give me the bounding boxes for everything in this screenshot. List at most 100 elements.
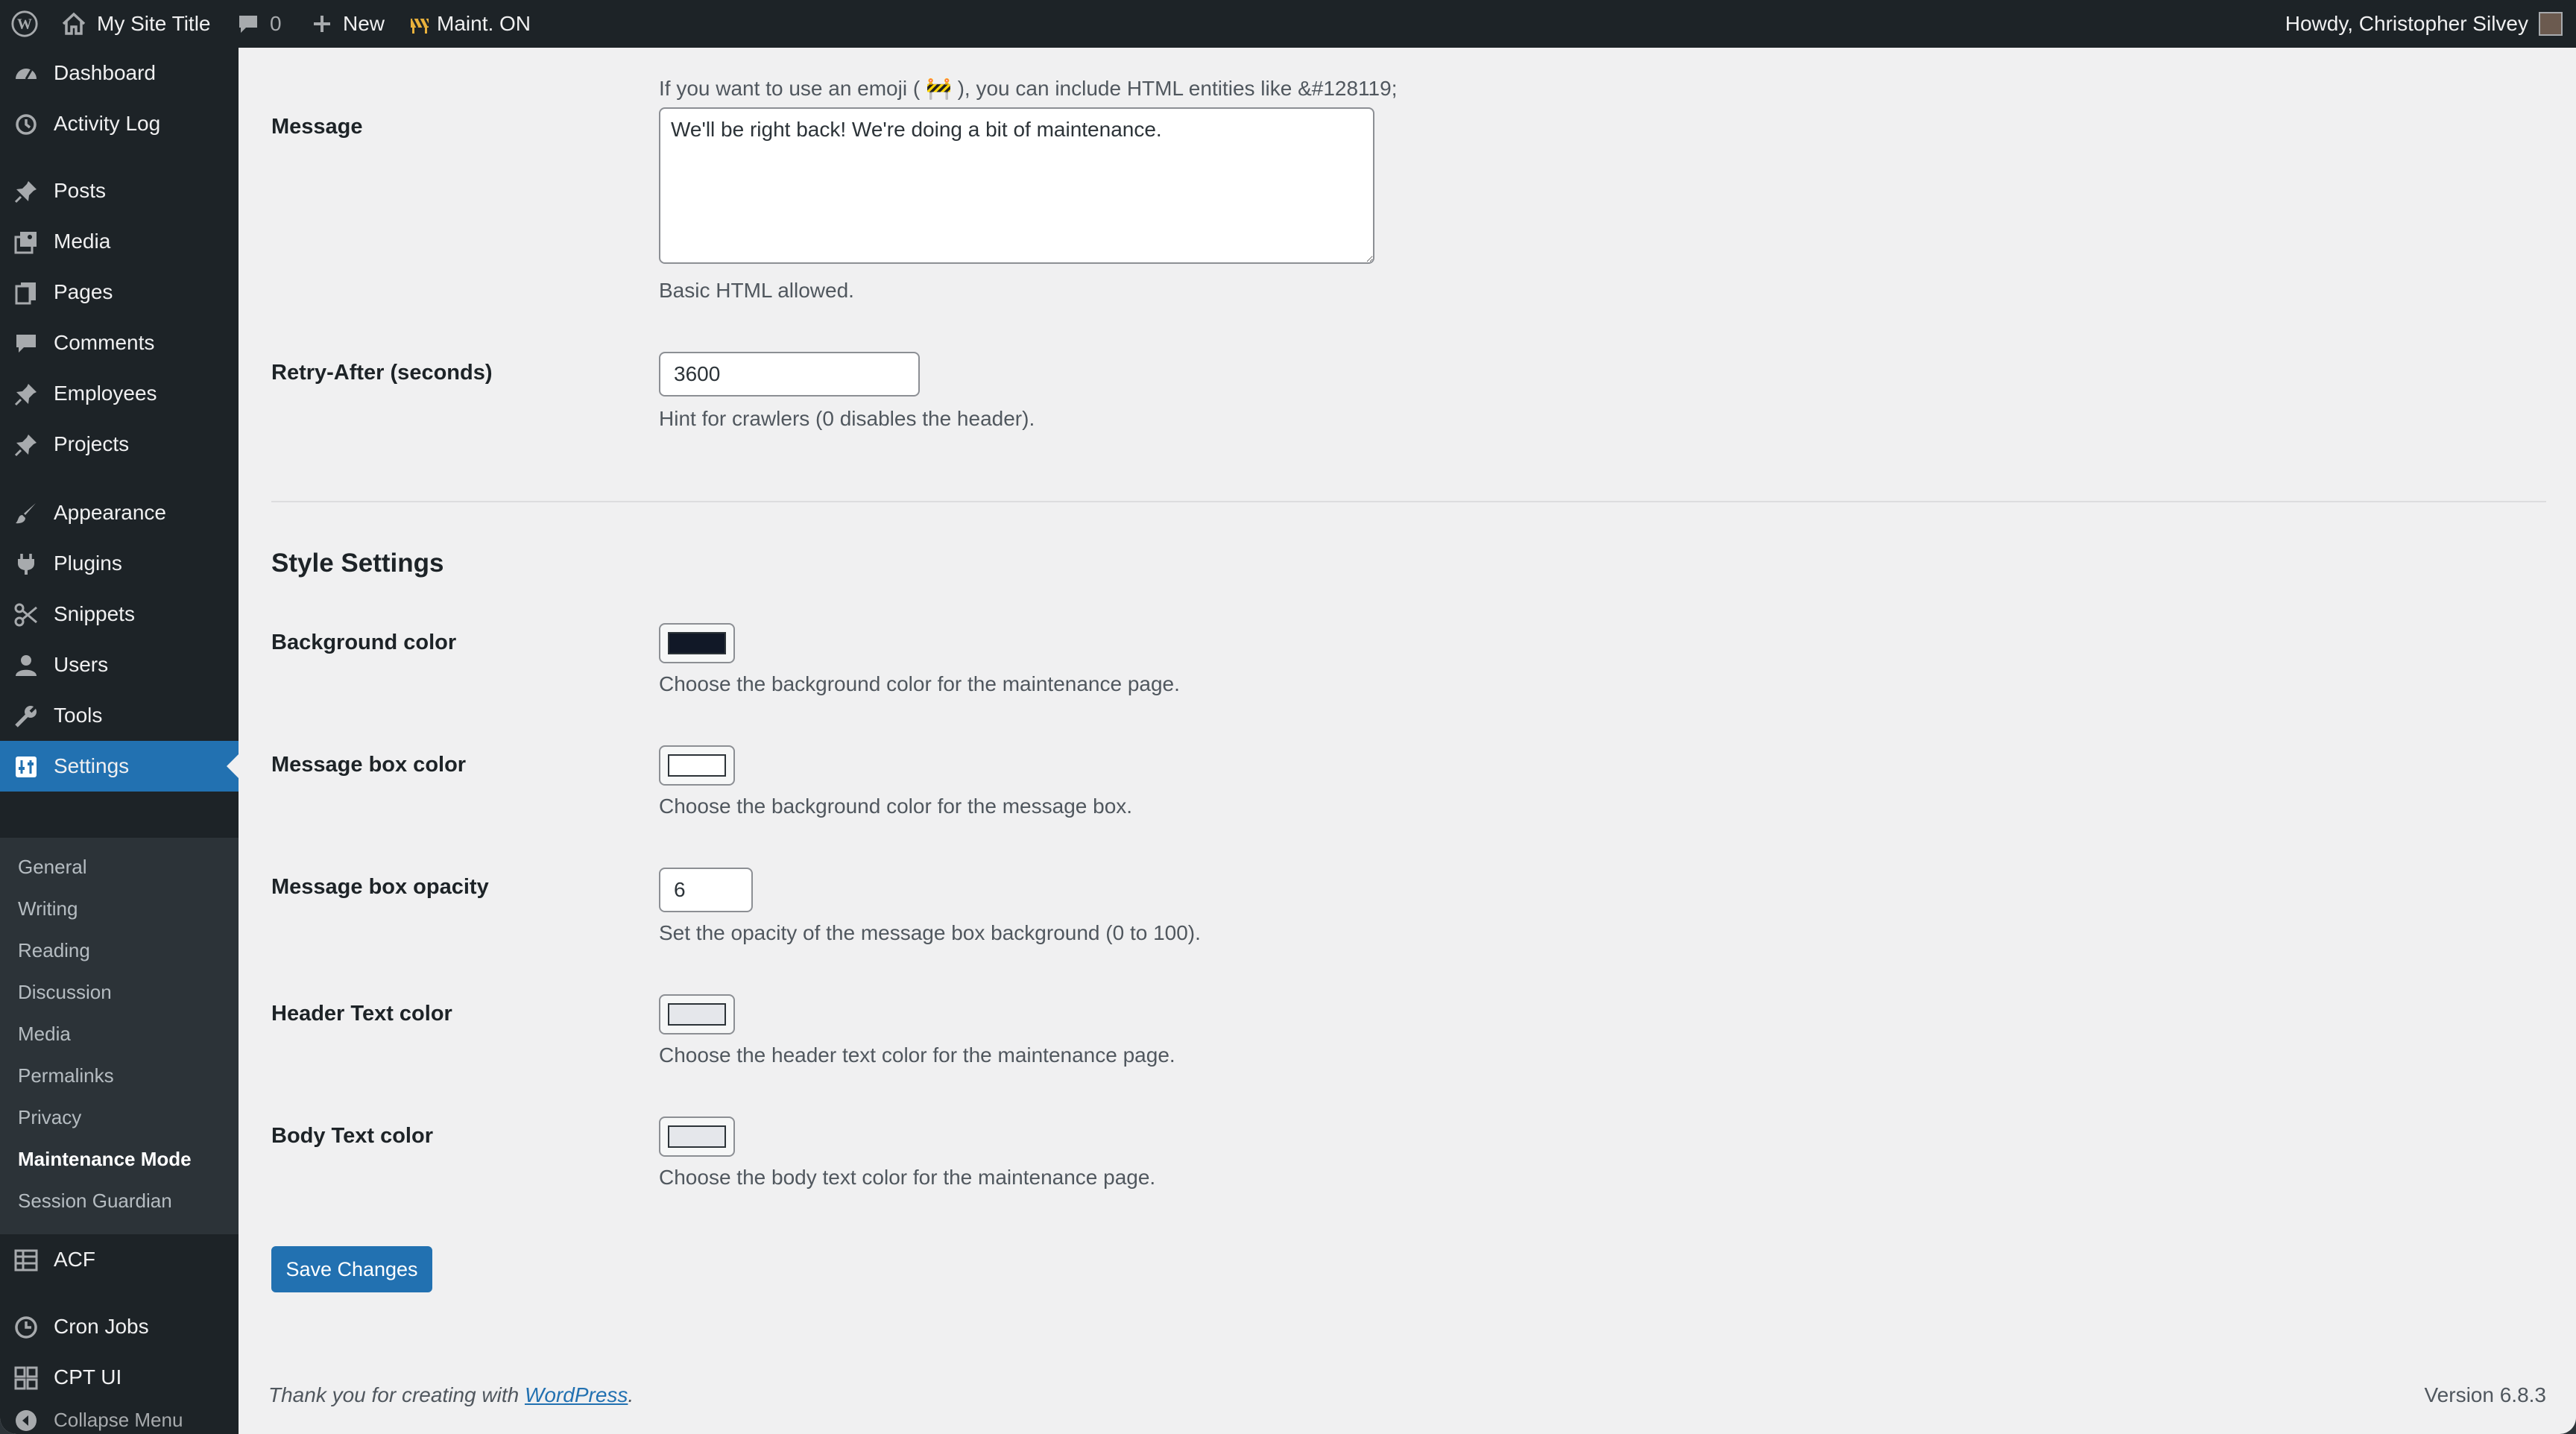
pushpin-icon	[13, 179, 39, 204]
sidebar-item-comments[interactable]: Comments	[0, 318, 239, 368]
comments-link[interactable]: 0	[237, 0, 282, 48]
header-text-color-label: Header Text color	[271, 1002, 452, 1026]
user-icon	[13, 653, 39, 678]
sidebar-item-label: Media	[54, 230, 111, 253]
site-title-link[interactable]: My Site Title	[61, 0, 210, 48]
submenu-item-writing[interactable]: Writing	[18, 897, 78, 920]
sidebar-item-label: Dashboard	[54, 61, 156, 84]
sidebar-item-label: Snippets	[54, 602, 135, 625]
new-content-link[interactable]: New	[312, 0, 385, 48]
maintenance-status-link[interactable]: Maint. ON	[408, 0, 531, 48]
my-account-link[interactable]: Howdy, Christopher Silvey	[2285, 0, 2563, 48]
sidebar-item-label: Posts	[54, 179, 107, 202]
sidebar-item-media[interactable]: Media	[0, 216, 239, 267]
style-settings-heading: Style Settings	[271, 549, 444, 578]
submenu-item-reading[interactable]: Reading	[18, 939, 90, 962]
wordpress-link[interactable]: WordPress	[525, 1383, 628, 1406]
sidebar-item-appearance[interactable]: Appearance	[0, 487, 239, 538]
pushpin-icon	[13, 382, 39, 407]
message-box-color-picker[interactable]	[659, 745, 735, 786]
message-label: Message	[271, 115, 363, 139]
submenu-item-discussion[interactable]: Discussion	[18, 981, 112, 1004]
sidebar-item-projects[interactable]: Projects	[0, 419, 239, 470]
collapse-menu-button[interactable]: Collapse Menu	[0, 1401, 239, 1434]
header-text-color-swatch	[668, 1003, 726, 1026]
background-color-picker[interactable]	[659, 623, 735, 663]
submenu-item-permalinks[interactable]: Permalinks	[18, 1064, 114, 1087]
message-description: Basic HTML allowed.	[659, 279, 854, 302]
sidebar-item-label: Pages	[54, 280, 113, 303]
sidebar-item-label: Appearance	[54, 501, 167, 524]
sidebar-item-plugins[interactable]: Plugins	[0, 538, 239, 589]
sidebar-item-tools[interactable]: Tools	[0, 690, 239, 741]
submenu-item-privacy[interactable]: Privacy	[18, 1106, 81, 1129]
save-changes-button[interactable]: Save Changes	[271, 1246, 432, 1292]
header-text-color-picker[interactable]	[659, 994, 735, 1035]
body-text-color-swatch	[668, 1125, 726, 1148]
plus-icon	[312, 13, 332, 34]
sidebar-item-label: Comments	[54, 331, 155, 354]
home-icon	[61, 12, 86, 36]
collapse-icon	[13, 1408, 39, 1433]
submenu-item-maintenance-mode[interactable]: Maintenance Mode	[18, 1148, 192, 1171]
footer-version: Version 6.8.3	[2424, 1383, 2546, 1406]
settings-icon	[13, 754, 39, 780]
message-box-color-description: Choose the background color for the mess…	[659, 795, 1133, 818]
sidebar-item-snippets[interactable]: Snippets	[0, 589, 239, 639]
media-icon	[13, 230, 39, 255]
site-title: My Site Title	[97, 12, 211, 35]
new-label: New	[343, 12, 385, 35]
sidebar-item-dashboard[interactable]: Dashboard	[0, 48, 239, 98]
submenu-item-media[interactable]: Media	[18, 1023, 71, 1046]
sidebar-item-label: Projects	[54, 432, 130, 455]
pages-icon	[13, 280, 39, 306]
table-icon	[13, 1248, 39, 1273]
sidebar-item-cron-jobs[interactable]: Cron Jobs	[0, 1301, 239, 1352]
sidebar-item-label: Activity Log	[54, 112, 161, 135]
sidebar-item-settings[interactable]: Settings	[0, 741, 239, 792]
background-color-swatch	[668, 632, 726, 654]
message-box-opacity-description: Set the opacity of the message box backg…	[659, 921, 1201, 944]
sidebar-item-activity-log[interactable]: Activity Log	[0, 98, 239, 149]
admin-sidebar: Dashboard Activity Log Posts Media Pages…	[0, 48, 239, 1434]
footer-thanks: Thank you for creating with WordPress.	[268, 1383, 634, 1407]
current-menu-arrow	[227, 754, 239, 778]
comment-icon	[237, 13, 259, 35]
sidebar-item-label: Cron Jobs	[54, 1315, 149, 1338]
comments-count: 0	[270, 12, 282, 35]
retry-after-input[interactable]	[659, 352, 920, 397]
submenu-item-session-guardian[interactable]: Session Guardian	[18, 1190, 172, 1213]
background-color-description: Choose the background color for the main…	[659, 672, 1180, 695]
footer-thanks-suffix: .	[628, 1383, 634, 1406]
message-box-opacity-label: Message box opacity	[271, 875, 489, 899]
sidebar-item-label: Tools	[54, 704, 103, 727]
wordpress-logo-icon[interactable]: W	[10, 0, 40, 48]
sidebar-item-label: ACF	[54, 1248, 95, 1271]
sidebar-item-pages[interactable]: Pages	[0, 267, 239, 318]
svg-text:W: W	[17, 16, 32, 33]
sidebar-item-label: Settings	[54, 754, 130, 777]
body-text-color-description: Choose the body text color for the maint…	[659, 1166, 1156, 1189]
header-text-color-description: Choose the header text color for the mai…	[659, 1043, 1175, 1067]
sidebar-item-employees[interactable]: Employees	[0, 368, 239, 419]
collapse-menu-label: Collapse Menu	[54, 1408, 183, 1431]
sidebar-item-cpt-ui[interactable]: CPT UI	[0, 1352, 239, 1403]
message-box-opacity-input[interactable]	[659, 868, 753, 912]
section-divider	[271, 501, 2546, 502]
comment-icon	[13, 331, 39, 356]
howdy-text: Howdy, Christopher Silvey	[2285, 12, 2528, 35]
sidebar-item-posts[interactable]: Posts	[0, 165, 239, 216]
wrench-icon	[13, 704, 39, 729]
body-text-color-picker[interactable]	[659, 1116, 735, 1157]
emoji-hint-text: If you want to use an emoji ( 🚧 ), you c…	[659, 77, 1398, 100]
submenu-item-general[interactable]: General	[18, 856, 87, 879]
browser-frame: W My Site Title 0 New Maint. ON Howdy, C…	[0, 0, 2576, 1434]
sidebar-item-label: Users	[54, 653, 109, 676]
plug-icon	[13, 552, 39, 577]
message-textarea[interactable]: We'll be right back! We're doing a bit o…	[659, 107, 1374, 264]
sidebar-item-users[interactable]: Users	[0, 639, 239, 690]
footer-thanks-prefix: Thank you for creating with	[268, 1383, 525, 1406]
sidebar-item-acf[interactable]: ACF	[0, 1234, 239, 1285]
admin-bar: W My Site Title 0 New Maint. ON Howdy, C…	[0, 0, 2576, 48]
sidebar-item-label: CPT UI	[54, 1365, 122, 1389]
